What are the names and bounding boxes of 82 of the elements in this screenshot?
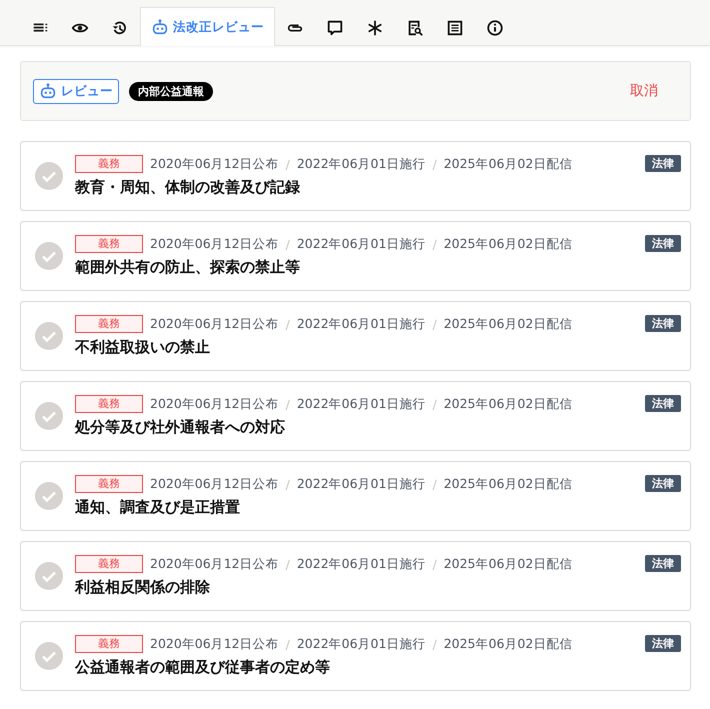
law-type-badge: 法律	[645, 475, 681, 492]
law-type-badge: 法律	[645, 395, 681, 412]
asterisk-icon	[366, 18, 384, 36]
separator: /	[432, 636, 437, 652]
date-text: 2025年06月02日配信	[444, 476, 572, 492]
date-text: 2025年06月02日配信	[444, 396, 572, 412]
obligation-tag: 義務	[75, 155, 143, 173]
history-icon	[111, 18, 129, 36]
separator: /	[432, 236, 437, 252]
check-circle-icon[interactable]	[35, 242, 63, 270]
date-text: 2020年06月12日公布	[150, 156, 279, 172]
item-title: 処分等及び社外通報者への対応	[75, 418, 286, 437]
item-title: 教育・周知、体制の改善及び記録	[75, 178, 301, 197]
obligation-tag: 義務	[75, 315, 143, 333]
separator: /	[286, 236, 290, 252]
date-text: 2020年06月12日公布	[150, 316, 279, 332]
date-text: 2020年06月12日公布	[150, 476, 279, 492]
info-icon	[486, 18, 504, 36]
law-type-badge: 法律	[645, 635, 681, 652]
date-text: 2022年06月01日施行	[296, 396, 426, 412]
item-card[interactable]: 義務 2020年06月12日公布 / 2022年06月01日施行 / 2025年06月02日配信 法律 公益通報者の範囲及び従事者の定め等	[20, 621, 691, 691]
separator: /	[432, 396, 437, 412]
separator: /	[286, 396, 290, 412]
item-title: 通知、調査及び是正措置	[75, 498, 241, 517]
date-text: 2022年06月01日施行	[296, 556, 426, 572]
separator: /	[432, 156, 437, 172]
law-type-badge: 法律	[645, 555, 681, 572]
check-circle-icon[interactable]	[35, 482, 63, 510]
separator: /	[286, 156, 290, 172]
date-text: 2025年06月02日配信	[444, 316, 572, 332]
separator: /	[432, 316, 437, 332]
speech-bubble-icon	[326, 18, 344, 36]
robot-icon	[151, 18, 169, 36]
date-text: 2025年06月02日配信	[444, 556, 572, 572]
separator: /	[286, 556, 290, 572]
check-circle-icon[interactable]	[35, 402, 63, 430]
date-text: 2022年06月01日施行	[296, 156, 426, 172]
separator: /	[286, 476, 290, 492]
obligation-tag: 義務	[75, 235, 143, 253]
obligation-tag: 義務	[75, 395, 143, 413]
item-card[interactable]: 義務 2020年06月12日公布 / 2022年06月01日施行 / 2025年06月02日配信 法律 処分等及び社外通報者への対応	[20, 381, 691, 451]
item-card[interactable]: 義務 2020年06月12日公布 / 2022年06月01日施行 / 2025年06月02日配信 法律 不利益取扱いの禁止	[20, 301, 691, 371]
date-text: 2025年06月02日配信	[444, 236, 572, 252]
check-circle-icon[interactable]	[35, 322, 63, 350]
item-title: 不利益取扱いの禁止	[75, 338, 211, 357]
law-type-badge: 法律	[645, 155, 681, 172]
cancel-button[interactable]: 取消	[624, 81, 664, 101]
separator: /	[286, 316, 290, 332]
tab[interactable]: 法改正レビュー	[140, 7, 275, 46]
separator: /	[432, 476, 437, 492]
date-text: 2020年06月12日公布	[150, 636, 279, 652]
item-card[interactable]: 義務 2020年06月12日公布 / 2022年06月01日施行 / 2025年06月02日配信 法律 範囲外共有の防止、探索の禁止等	[20, 221, 691, 291]
obligation-tag: 義務	[75, 555, 143, 573]
item-title: 範囲外共有の防止、探索の禁止等	[75, 258, 301, 277]
item-title: 利益相反関係の排除	[75, 578, 211, 597]
check-circle-icon[interactable]	[35, 162, 63, 190]
review-button[interactable]: レビュー	[33, 78, 119, 104]
date-text: 2022年06月01日施行	[296, 476, 426, 492]
date-text: 2025年06月02日配信	[444, 636, 572, 652]
law-type-badge: 法律	[645, 315, 681, 332]
item-title: 公益通報者の範囲及び従事者の定め等	[75, 658, 331, 677]
obligation-tag: 義務	[75, 635, 143, 653]
robot-icon	[39, 82, 57, 100]
date-text: 2022年06月01日施行	[296, 316, 426, 332]
separator: /	[432, 556, 437, 572]
item-card[interactable]: 義務 2020年06月12日公布 / 2022年06月01日施行 / 2025年06月02日配信 法律 教育・周知、体制の改善及び記録	[20, 141, 691, 211]
item-card[interactable]: 義務 2020年06月12日公布 / 2022年06月01日施行 / 2025年06月02日配信 法律 利益相反関係の排除	[20, 541, 691, 611]
date-text: 2020年06月12日公布	[150, 556, 279, 572]
item-card[interactable]: 義務 2020年06月12日公布 / 2022年06月01日施行 / 2025年06月02日配信 法律 通知、調査及び是正措置	[20, 461, 691, 531]
date-text: 2020年06月12日公布	[150, 396, 279, 412]
list-box-icon	[446, 18, 464, 36]
law-type-badge: 法律	[645, 235, 681, 252]
category-tag: 内部公益通報	[129, 82, 213, 100]
check-circle-icon[interactable]	[35, 562, 63, 590]
date-text: 2020年06月12日公布	[150, 236, 279, 252]
obligation-tag: 義務	[75, 475, 143, 493]
date-text: 2022年06月01日施行	[296, 236, 426, 252]
document-search-icon	[406, 18, 424, 36]
date-text: 2025年06月02日配信	[444, 156, 572, 172]
separator: /	[286, 636, 290, 652]
check-circle-icon[interactable]	[35, 642, 63, 670]
date-text: 2022年06月01日施行	[296, 636, 426, 652]
